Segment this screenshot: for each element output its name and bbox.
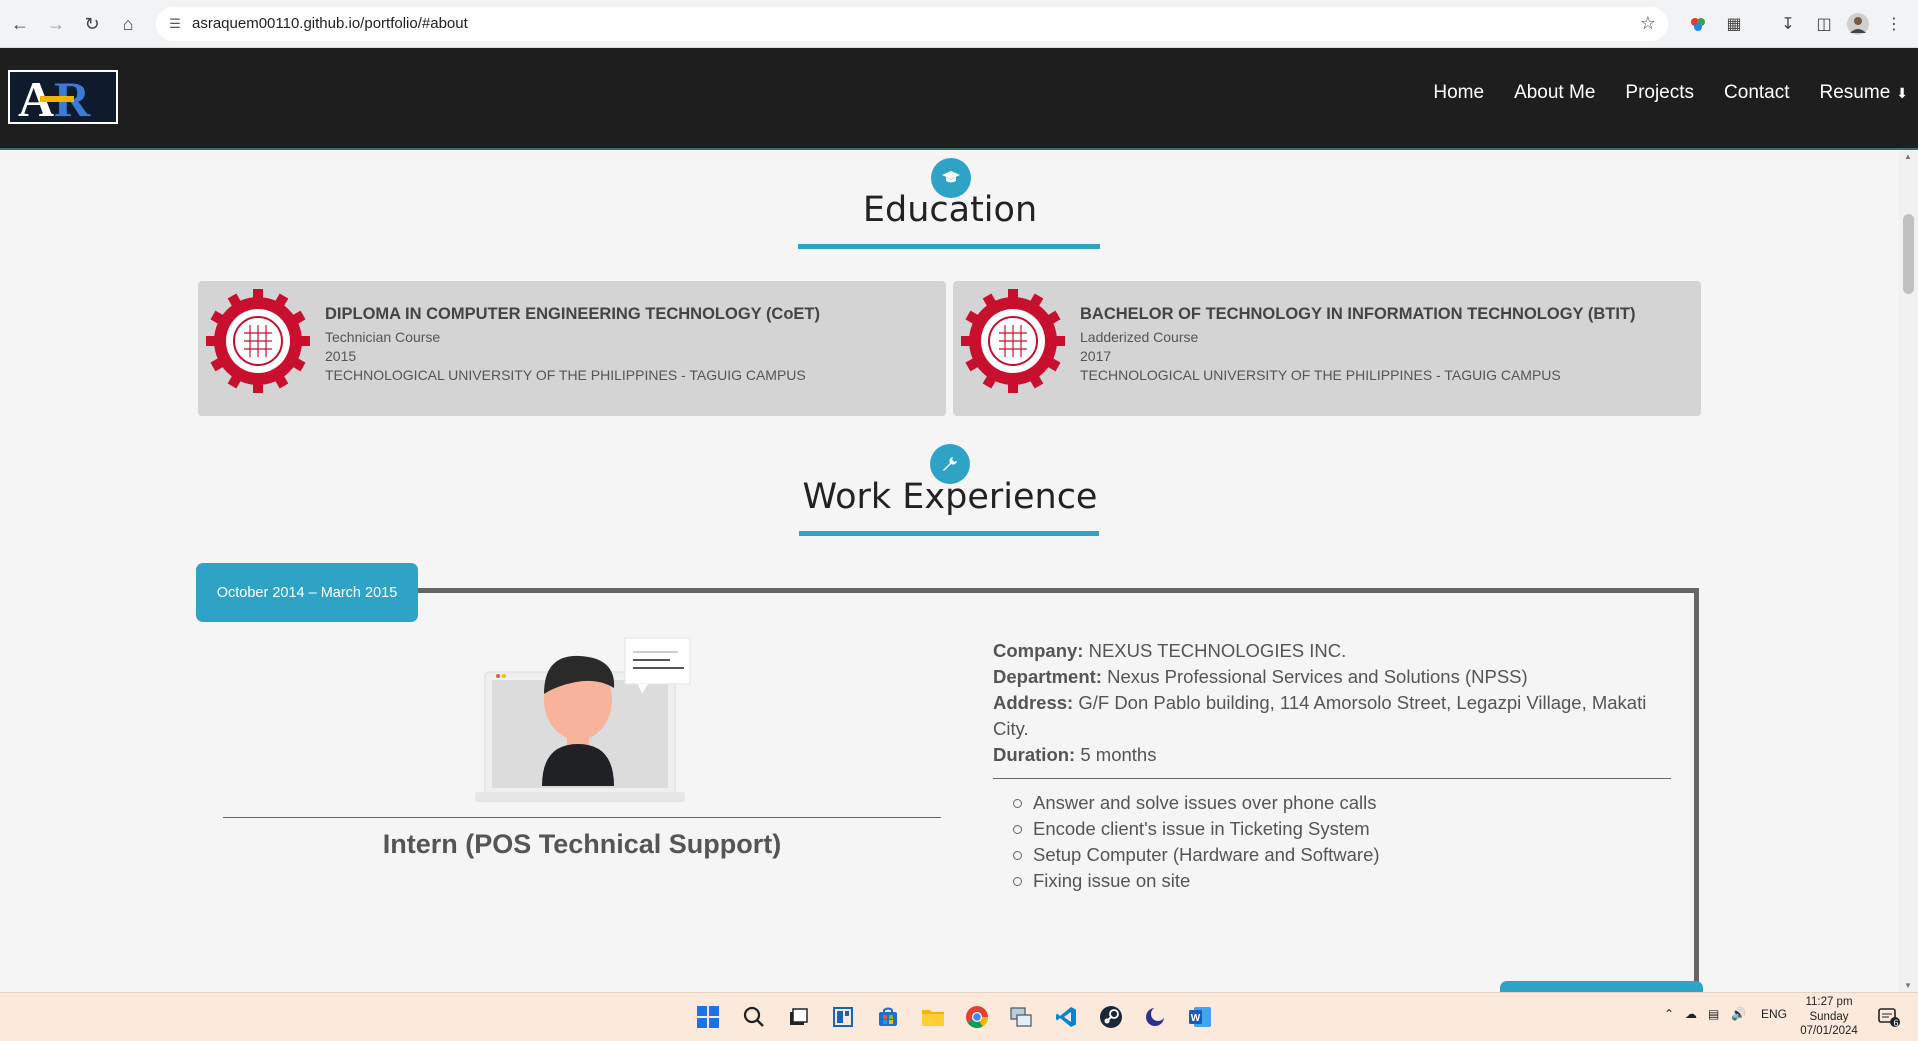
- list-item: Setup Computer (Hardware and Software): [1013, 842, 1380, 868]
- clock-time: 11:27 pm: [1805, 996, 1853, 1008]
- moon-app-icon[interactable]: [1141, 1003, 1169, 1031]
- address-row: Address: G/F Don Pablo building, 114 Amo…: [993, 690, 1673, 742]
- file-explorer-icon[interactable]: [919, 1003, 947, 1031]
- duties-list: Answer and solve issues over phone calls…: [1013, 790, 1380, 894]
- site-navbar: A R Home About Me Projects Contact Resum…: [0, 48, 1918, 150]
- address-label: Address:: [993, 692, 1074, 713]
- side-panel-icon[interactable]: ◫: [1810, 10, 1838, 38]
- education-card-diploma: DIPLOMA IN COMPUTER ENGINEERING TECHNOLO…: [198, 281, 946, 416]
- color-extension-icon[interactable]: [1684, 10, 1712, 38]
- steam-icon[interactable]: [1097, 1003, 1125, 1031]
- education-heading: Education: [862, 190, 1038, 230]
- scroll-up-icon[interactable]: ▲: [1904, 152, 1912, 161]
- extensions-icon[interactable]: ▦: [1720, 10, 1748, 38]
- notification-icon[interactable]: 6: [1874, 1003, 1904, 1031]
- site-logo[interactable]: A R: [8, 70, 118, 124]
- system-clock[interactable]: 11:27 pm Sunday 07/01/2024: [1790, 995, 1868, 1039]
- volume-icon[interactable]: 🔊: [1731, 1007, 1746, 1021]
- timeline-frame-right: [1694, 588, 1699, 992]
- department-row: Department: Nexus Professional Services …: [993, 664, 1673, 690]
- logo-accent: [40, 96, 74, 102]
- nav-home[interactable]: Home: [1433, 82, 1484, 104]
- download-icon: ⬇: [1896, 84, 1908, 101]
- address-bar[interactable]: ☰ asraquem00110.github.io/portfolio/#abo…: [156, 7, 1668, 41]
- list-item: Fixing issue on site: [1013, 868, 1380, 894]
- education-underline: [798, 244, 1100, 249]
- scroll-down-icon[interactable]: ▼: [1904, 981, 1912, 990]
- site-info-icon[interactable]: ☰: [166, 15, 184, 33]
- back-icon[interactable]: ←: [6, 10, 34, 38]
- department-value: Nexus Professional Services and Solution…: [1107, 666, 1528, 687]
- clock-date: 07/01/2024: [1800, 1025, 1858, 1037]
- url-text[interactable]: asraquem00110.github.io/portfolio/#about: [192, 15, 468, 32]
- network-app-icon[interactable]: [1007, 1003, 1035, 1031]
- university-seal-icon: [961, 289, 1065, 393]
- education-school: TECHNOLOGICAL UNIVERSITY OF THE PHILIPPI…: [325, 367, 806, 383]
- education-title: DIPLOMA IN COMPUTER ENGINEERING TECHNOLO…: [325, 305, 821, 323]
- task-view-icon[interactable]: [784, 1003, 812, 1031]
- word-icon[interactable]: W: [1186, 1003, 1214, 1031]
- education-card-bachelor: BACHELOR OF TECHNOLOGY IN INFORMATION TE…: [953, 281, 1701, 416]
- work-experience-underline: [799, 531, 1099, 536]
- widgets-icon[interactable]: [829, 1003, 857, 1031]
- role-divider: [223, 817, 941, 818]
- bookmark-star-icon[interactable]: ☆: [1640, 13, 1656, 34]
- onedrive-icon[interactable]: ☁: [1685, 1007, 1697, 1021]
- page-scrollbar[interactable]: ▲ ▼: [1899, 150, 1918, 992]
- work-details: Company: NEXUS TECHNOLOGIES INC. Departm…: [993, 638, 1673, 768]
- nav-resume-label: Resume: [1819, 82, 1891, 103]
- university-seal-icon: [206, 289, 310, 393]
- education-year: 2015: [325, 348, 357, 364]
- work-experience-heading: Work Experience: [802, 477, 1098, 517]
- taskbar: W ⌃ ☁ ▤ 🔊 ENG 11:27 pm Sunday 07/01/2024…: [0, 992, 1918, 1041]
- forward-icon[interactable]: →: [42, 10, 70, 38]
- list-item: Encode client's issue in Ticketing Syste…: [1013, 816, 1380, 842]
- scrollbar-thumb[interactable]: [1903, 214, 1914, 294]
- timeline-frame-top: [410, 588, 1699, 593]
- duration-label: Duration:: [993, 744, 1076, 765]
- home-icon[interactable]: ⌂: [114, 10, 142, 38]
- tray-chevron-icon[interactable]: ⌃: [1664, 1007, 1674, 1021]
- search-icon[interactable]: [740, 1003, 768, 1031]
- nav-projects[interactable]: Projects: [1625, 82, 1694, 104]
- profile-avatar[interactable]: [1844, 10, 1872, 38]
- downloads-icon[interactable]: ↧: [1774, 10, 1802, 38]
- chrome-icon[interactable]: [963, 1003, 991, 1031]
- nav-contact[interactable]: Contact: [1724, 82, 1789, 104]
- company-value: NEXUS TECHNOLOGIES INC.: [1088, 640, 1347, 661]
- details-divider: [993, 778, 1671, 779]
- education-course: Ladderized Course: [1080, 329, 1199, 345]
- nav-resume[interactable]: Resume ⬇: [1820, 82, 1908, 104]
- vscode-icon[interactable]: [1052, 1003, 1080, 1031]
- svg-text:W: W: [1191, 1013, 1201, 1024]
- work-role-title: Intern (POS Technical Support): [382, 829, 782, 859]
- browser-toolbar: ← → ↻ ⌂ ☰ asraquem00110.github.io/portfo…: [0, 0, 1918, 48]
- tech-support-illustration: [475, 637, 691, 802]
- reload-icon[interactable]: ↻: [78, 10, 106, 38]
- start-icon[interactable]: [694, 1003, 722, 1031]
- clock-day: Sunday: [1809, 1010, 1849, 1023]
- store-icon[interactable]: [874, 1003, 902, 1031]
- language-indicator[interactable]: ENG: [1761, 1007, 1787, 1021]
- education-school: TECHNOLOGICAL UNIVERSITY OF THE PHILIPPI…: [1080, 367, 1561, 383]
- education-year: 2017: [1080, 348, 1112, 364]
- education-title: BACHELOR OF TECHNOLOGY IN INFORMATION TE…: [1080, 305, 1636, 323]
- education-course: Technician Course: [325, 329, 441, 345]
- menu-icon[interactable]: ⋮: [1880, 10, 1908, 38]
- address-value: G/F Don Pablo building, 114 Amorsolo Str…: [993, 692, 1647, 739]
- duration-row: Duration: 5 months: [993, 742, 1673, 768]
- nav-links: Home About Me Projects Contact Resume ⬇: [1433, 82, 1908, 104]
- network-icon[interactable]: ▤: [1708, 1007, 1719, 1021]
- company-label: Company:: [993, 640, 1084, 661]
- company-row: Company: NEXUS TECHNOLOGIES INC.: [993, 638, 1673, 664]
- nav-about-me[interactable]: About Me: [1514, 82, 1595, 104]
- department-label: Department:: [993, 666, 1102, 687]
- notification-count: 6: [1893, 1018, 1899, 1028]
- duration-value: 5 months: [1080, 744, 1157, 765]
- work-date-badge: October 2014 – March 2015: [196, 563, 418, 622]
- list-item: Answer and solve issues over phone calls: [1013, 790, 1380, 816]
